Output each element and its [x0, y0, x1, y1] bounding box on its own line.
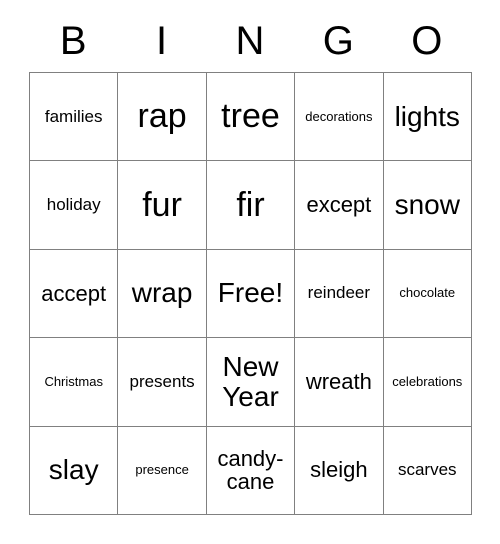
- bingo-cell-label: celebrations: [392, 373, 463, 389]
- bingo-cell[interactable]: decorations: [295, 73, 384, 162]
- bingo-header-letter-n: N: [235, 19, 265, 63]
- bingo-cell-label: wreath: [305, 368, 372, 394]
- bingo-cell[interactable]: lights: [383, 73, 472, 162]
- bingo-cell[interactable]: rap: [118, 73, 207, 162]
- bingo-cell[interactable]: reindeer: [295, 249, 384, 339]
- bingo-cell[interactable]: accept: [30, 249, 119, 339]
- bingo-cell[interactable]: presence: [118, 426, 207, 515]
- bingo-cell[interactable]: holiday: [30, 161, 119, 250]
- bingo-cell-label: candy-cane: [217, 445, 284, 495]
- bingo-free-cell[interactable]: Free!: [206, 249, 296, 339]
- bingo-cell-label: slay: [48, 454, 99, 486]
- bingo-cell[interactable]: wreath: [295, 338, 384, 427]
- bingo-cell-label: rap: [137, 97, 187, 136]
- bingo-cell[interactable]: slay: [30, 426, 119, 515]
- bingo-cell[interactable]: except: [295, 161, 384, 250]
- bingo-cell-label: New Year: [222, 350, 279, 412]
- bingo-cell-label: decorations: [305, 108, 373, 124]
- bingo-cell[interactable]: snow: [383, 161, 472, 250]
- bingo-header-letter-i: I: [156, 19, 168, 63]
- bingo-cell-label: reindeer: [307, 283, 371, 303]
- bingo-row: accept wrap Free! reindeer chocolate: [30, 249, 472, 339]
- bingo-cell[interactable]: sleigh: [295, 426, 384, 515]
- bingo-card: B I N G O families rap tree decorations …: [29, 10, 472, 515]
- bingo-cell[interactable]: wrap: [118, 249, 207, 339]
- bingo-free-label: Free!: [217, 277, 284, 309]
- bingo-cell[interactable]: families: [30, 73, 119, 162]
- bingo-header-letter-o: O: [411, 19, 443, 63]
- bingo-cell-label: wrap: [131, 277, 193, 309]
- bingo-cell-label: presence: [135, 462, 189, 478]
- bingo-row: slay presence candy-cane sleigh scarves: [30, 426, 472, 515]
- bingo-cell-label: holiday: [46, 194, 101, 214]
- bingo-cell-label: tree: [221, 97, 280, 136]
- bingo-cell[interactable]: fur: [118, 161, 207, 250]
- bingo-cell-label: snow: [394, 188, 460, 220]
- bingo-header-letter-b: B: [59, 19, 87, 63]
- bingo-cell-label: except: [306, 192, 372, 218]
- bingo-cell-label: families: [44, 106, 103, 126]
- bingo-cell[interactable]: presents: [118, 338, 207, 427]
- bingo-header-row: B I N G O: [29, 10, 471, 72]
- bingo-cell-label: scarves: [397, 460, 457, 480]
- bingo-cell-label: chocolate: [399, 285, 456, 301]
- bingo-cell-label: fur: [142, 185, 182, 224]
- bingo-cell[interactable]: scarves: [383, 426, 472, 515]
- bingo-cell[interactable]: Christmas: [30, 338, 119, 427]
- bingo-cell[interactable]: fir: [206, 161, 296, 250]
- bingo-cell-label: accept: [41, 280, 107, 306]
- bingo-grid: families rap tree decorations lights hol…: [29, 72, 472, 515]
- bingo-cell[interactable]: celebrations: [383, 338, 472, 427]
- bingo-row: families rap tree decorations lights: [30, 73, 472, 162]
- bingo-cell-label: Christmas: [44, 373, 103, 389]
- bingo-cell[interactable]: tree: [206, 73, 296, 162]
- bingo-row: Christmas presents New Year wreath celeb…: [30, 338, 472, 427]
- bingo-row: holiday fur fir except snow: [30, 161, 472, 250]
- bingo-cell-label: presents: [129, 371, 195, 391]
- bingo-cell[interactable]: New Year: [206, 338, 296, 427]
- bingo-cell[interactable]: chocolate: [383, 249, 472, 339]
- bingo-cell-label: lights: [394, 100, 460, 132]
- bingo-cell-label: fir: [236, 185, 265, 224]
- bingo-cell-label: sleigh: [310, 457, 368, 483]
- bingo-cell[interactable]: candy-cane: [206, 426, 296, 515]
- bingo-header-letter-g: G: [322, 19, 354, 63]
